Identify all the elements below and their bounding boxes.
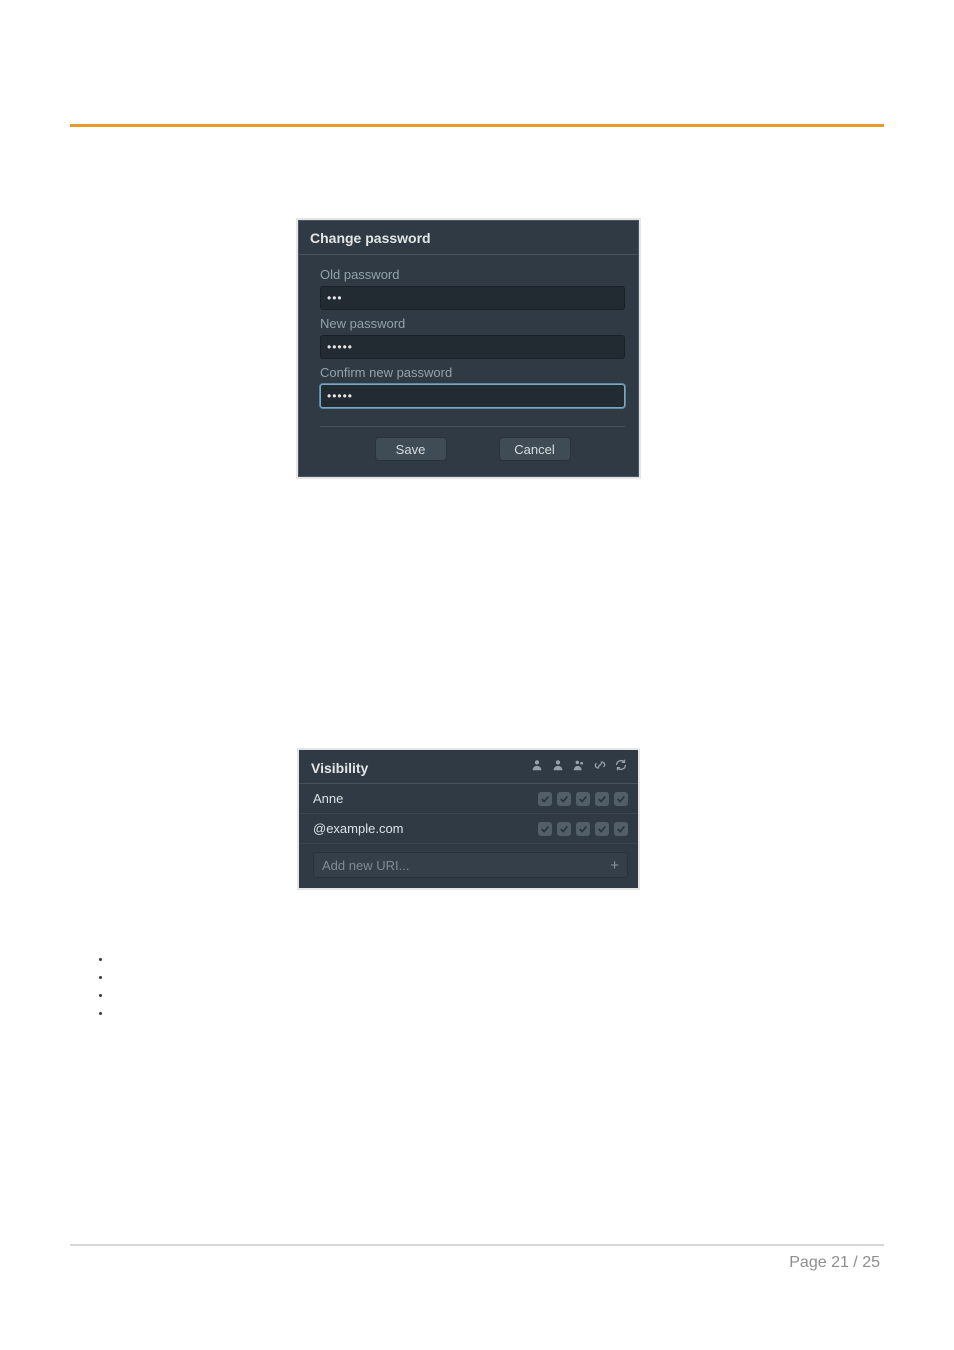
confirm-password-input[interactable]: [320, 384, 625, 408]
check-toggle[interactable]: [538, 822, 552, 836]
save-button[interactable]: Save: [375, 437, 447, 461]
check-toggle[interactable]: [614, 792, 628, 806]
visibility-row-label: @example.com: [313, 821, 404, 836]
change-password-title: Change password: [298, 220, 639, 255]
check-toggle[interactable]: [595, 822, 609, 836]
add-uri-input[interactable]: Add new URI... +: [313, 852, 628, 878]
check-toggle[interactable]: [576, 792, 590, 806]
visibility-panel: Visibility Anne @example.com Add: [297, 748, 640, 890]
change-password-footer: Save Cancel: [320, 426, 625, 475]
visibility-row-checks: [538, 822, 628, 836]
cancel-button[interactable]: Cancel: [499, 437, 571, 461]
add-uri-placeholder: Add new URI...: [322, 858, 409, 873]
link-icon: [593, 758, 607, 777]
group-icon: [572, 758, 586, 777]
change-password-body: Old password New password Confirm new pa…: [298, 255, 639, 477]
old-password-label: Old password: [320, 261, 625, 286]
visibility-header: Visibility: [299, 750, 638, 784]
check-toggle[interactable]: [595, 792, 609, 806]
person-icon: [530, 758, 544, 777]
check-toggle[interactable]: [538, 792, 552, 806]
plus-icon[interactable]: +: [610, 858, 619, 873]
footer-rule: [70, 1244, 884, 1246]
refresh-icon: [614, 758, 628, 777]
new-password-input[interactable]: [320, 335, 625, 359]
check-toggle[interactable]: [557, 792, 571, 806]
visibility-row: Anne: [299, 784, 638, 814]
old-password-input[interactable]: [320, 286, 625, 310]
visibility-title: Visibility: [311, 760, 368, 776]
check-toggle[interactable]: [557, 822, 571, 836]
change-password-panel: Change password Old password New passwor…: [296, 218, 641, 479]
new-password-label: New password: [320, 310, 625, 335]
visibility-header-icons: [530, 758, 628, 777]
header-rule: [70, 124, 884, 127]
person-icon: [551, 758, 565, 777]
visibility-row-checks: [538, 792, 628, 806]
confirm-password-label: Confirm new password: [320, 359, 625, 384]
page-number: Page 21 / 25: [789, 1254, 880, 1272]
visibility-row-label: Anne: [313, 791, 343, 806]
check-toggle[interactable]: [614, 822, 628, 836]
check-toggle[interactable]: [576, 822, 590, 836]
visibility-row: @example.com: [299, 814, 638, 844]
